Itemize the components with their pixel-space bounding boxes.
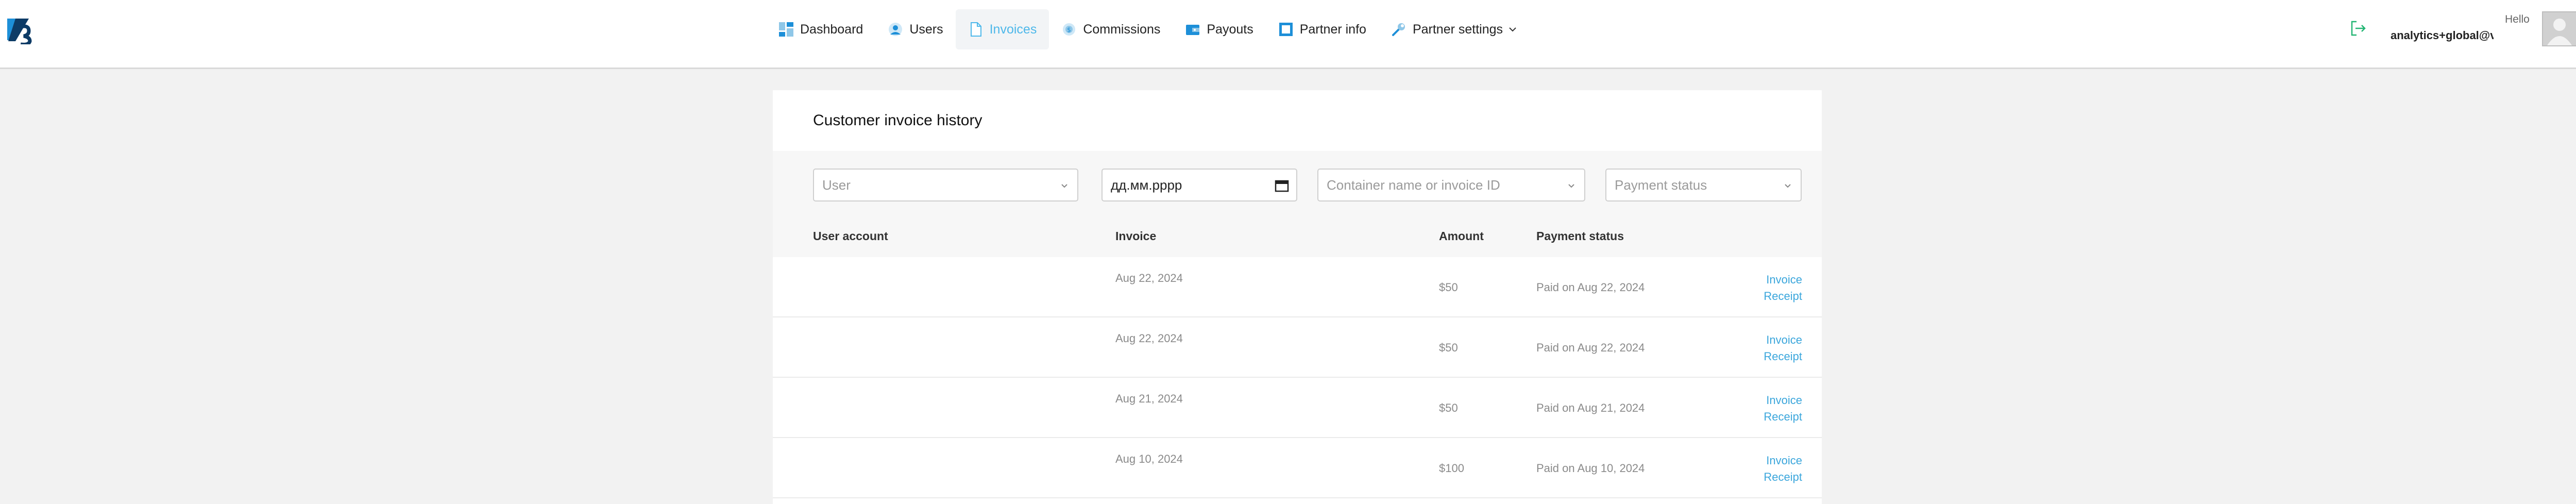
partner-info-icon [1279, 23, 1293, 36]
chevron-down-icon [1785, 184, 1791, 188]
main-nav: Dashboard Users Invoices $ Commissions P… [766, 9, 1530, 49]
invoice-amount: $50 [1439, 341, 1458, 354]
invoice-amount: $50 [1439, 401, 1458, 414]
nav-invoices-label: Invoices [989, 22, 1037, 37]
document-links: Invoice Receipt [1764, 272, 1802, 305]
invoice-date: Aug 22, 2024 [1115, 332, 1183, 345]
receipt-link[interactable]: Receipt [1764, 409, 1802, 425]
nav-partner-info[interactable]: Partner info [1266, 9, 1379, 49]
invoice-date: Aug 22, 2024 [1115, 272, 1183, 284]
zs-logo-icon[interactable] [5, 15, 34, 44]
wrench-icon [1392, 23, 1405, 36]
nav-partner-info-label: Partner info [1299, 22, 1366, 37]
payment-status: Paid on Aug 22, 2024 [1536, 281, 1645, 294]
invoice-link[interactable]: Invoice [1764, 392, 1802, 409]
receipt-link[interactable]: Receipt [1764, 288, 1802, 305]
nav-dashboard-label: Dashboard [800, 22, 863, 37]
table-row: Aug 10, 2024 $100 Paid on Aug 10, 2024 I… [773, 438, 1822, 498]
users-icon [889, 23, 903, 36]
commissions-icon: $ [1063, 23, 1076, 36]
column-invoice: Invoice [1115, 229, 1157, 243]
page-title: Customer invoice history [813, 112, 982, 129]
table-row: Aug 21, 2024 $50 Paid on Aug 21, 2024 In… [773, 378, 1822, 438]
calendar-icon[interactable] [1275, 179, 1289, 192]
document-links: Invoice Receipt [1764, 452, 1802, 485]
invoice-icon [970, 22, 981, 37]
invoice-date: Aug 10, 2024 [1115, 452, 1183, 465]
table-row: Aug 22, 2024 $50 Paid on Aug 22, 2024 In… [773, 257, 1822, 317]
nav-users[interactable]: Users [875, 9, 955, 49]
invoice-amount: $50 [1439, 281, 1458, 294]
nav-payouts[interactable]: Payouts [1173, 9, 1265, 49]
nav-invoices[interactable]: Invoices [955, 9, 1049, 49]
column-user-account: User account [813, 229, 888, 243]
chevron-down-icon [1509, 27, 1516, 32]
receipt-link[interactable]: Receipt [1764, 348, 1802, 365]
avatar[interactable] [2542, 11, 2576, 46]
chevron-down-icon [1061, 184, 1067, 188]
logout-icon[interactable] [2349, 20, 2367, 37]
nav-partner-settings[interactable]: Partner settings [1379, 9, 1530, 49]
column-payment-status: Payment status [1536, 229, 1624, 243]
document-links: Invoice Receipt [1764, 332, 1802, 365]
top-header: Dashboard Users Invoices $ Commissions P… [0, 0, 2576, 69]
container-search-placeholder: Container name or invoice ID [1327, 177, 1500, 193]
payouts-icon [1186, 25, 1200, 35]
container-search-select[interactable]: Container name or invoice ID [1317, 169, 1585, 201]
document-links: Invoice Receipt [1764, 392, 1802, 425]
dashboard-icon [779, 22, 793, 37]
invoice-link[interactable]: Invoice [1764, 452, 1802, 469]
nav-commissions-label: Commissions [1083, 22, 1161, 37]
invoice-amount: $100 [1439, 462, 1464, 475]
invoice-history-card: Customer invoice history User дд.мм.рррр… [773, 90, 1822, 504]
nav-users-label: Users [909, 22, 943, 37]
invoice-link[interactable]: Invoice [1764, 272, 1802, 288]
nav-partner-settings-label: Partner settings [1412, 22, 1503, 37]
invoice-date: Aug 21, 2024 [1115, 392, 1183, 405]
svg-text:$: $ [1067, 26, 1072, 33]
payment-status: Paid on Aug 10, 2024 [1536, 462, 1645, 475]
chevron-down-icon [1568, 184, 1574, 188]
avatar-silhouette-icon [2547, 19, 2572, 45]
table-header: User account Invoice Amount Payment stat… [773, 215, 1822, 257]
user-select[interactable]: User [813, 169, 1078, 201]
date-input-value: дд.мм.рррр [1111, 177, 1182, 193]
invoice-link[interactable]: Invoice [1764, 332, 1802, 348]
date-input[interactable]: дд.мм.рррр [1101, 169, 1297, 201]
nav-dashboard[interactable]: Dashboard [766, 9, 875, 49]
payment-status: Paid on Aug 22, 2024 [1536, 341, 1645, 354]
greeting: Hello [2505, 13, 2530, 25]
nav-commissions[interactable]: $ Commissions [1049, 9, 1173, 49]
payment-status: Paid on Aug 21, 2024 [1536, 401, 1645, 414]
user-email: analytics+global@v [2391, 29, 2494, 42]
payment-status-placeholder: Payment status [1615, 177, 1707, 193]
user-select-placeholder: User [822, 177, 851, 193]
payment-status-select[interactable]: Payment status [1605, 169, 1802, 201]
receipt-link[interactable]: Receipt [1764, 469, 1802, 485]
nav-payouts-label: Payouts [1207, 22, 1253, 37]
column-amount: Amount [1439, 229, 1484, 243]
table-row: Aug 22, 2024 $50 Paid on Aug 22, 2024 In… [773, 317, 1822, 378]
